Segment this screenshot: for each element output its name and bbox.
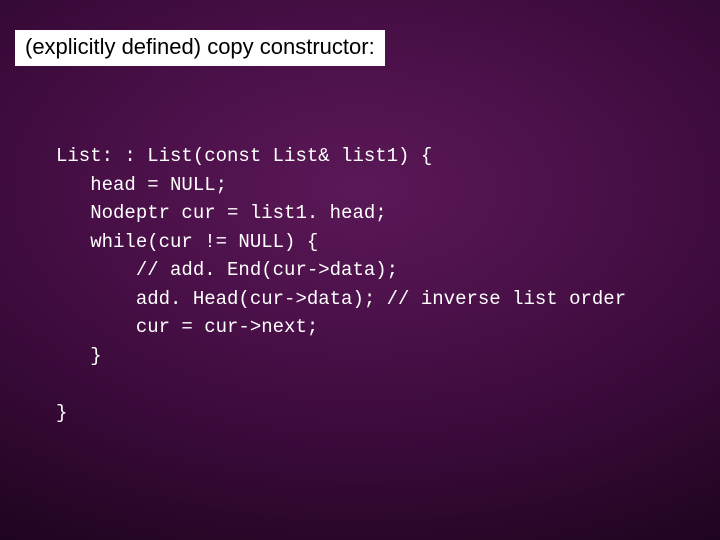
- code-line-1: List: : List(const List& list1) {: [56, 145, 432, 167]
- code-line-6: add. Head(cur->data); // inverse list or…: [56, 288, 626, 310]
- code-line-5: // add. End(cur->data);: [56, 259, 398, 281]
- slide-title: (explicitly defined) copy constructor:: [25, 34, 375, 59]
- code-line-10: }: [56, 402, 67, 424]
- code-line-7: cur = cur->next;: [56, 316, 318, 338]
- code-line-4: while(cur != NULL) {: [56, 231, 318, 253]
- code-line-8: }: [56, 345, 102, 367]
- slide-title-box: (explicitly defined) copy constructor:: [15, 30, 385, 66]
- code-block: List: : List(const List& list1) { head =…: [56, 142, 626, 427]
- code-line-2: head = NULL;: [56, 174, 227, 196]
- code-line-3: Nodeptr cur = list1. head;: [56, 202, 387, 224]
